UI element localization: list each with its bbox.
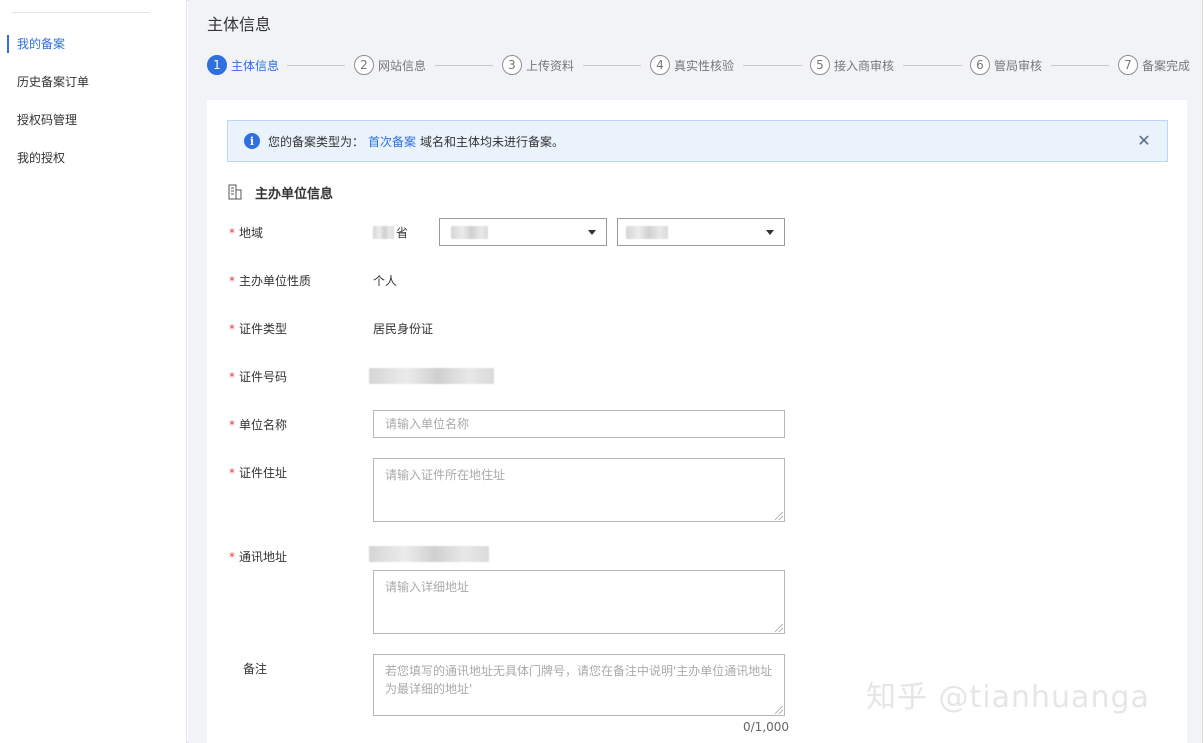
step-number: 7 — [1118, 55, 1138, 75]
sidebar-divider — [12, 12, 150, 13]
step-number: 2 — [354, 55, 374, 75]
step-5: 5 接入商审核 — [810, 54, 894, 76]
step-3: 3 上传资料 — [502, 54, 574, 76]
step-connector — [583, 65, 641, 66]
form-card: i 您的备案类型为： 首次备案 域名和主体均未进行备案。 ✕ 主办单位信息 * 地域 … — [207, 100, 1187, 743]
sidebar-item-auth-code[interactable]: 授权码管理 — [0, 109, 186, 131]
redacted-province — [373, 226, 394, 239]
step-number: 1 — [207, 55, 227, 75]
progress-steps: 1 主体信息 2 网站信息 3 上传资料 4 真实性核验 5 接入商审核 6 管… — [207, 54, 1197, 76]
region-label: * 地域 — [229, 226, 264, 240]
sidebar-item-my-filings[interactable]: 我的备案 — [0, 33, 186, 55]
step-number: 4 — [650, 55, 670, 75]
building-icon — [228, 184, 242, 200]
resize-handle-icon[interactable] — [775, 706, 783, 714]
remark-placeholder: 若您填写的通讯地址无具体门牌号，请您在备注中说明'主办单位通讯地址为最详细的地址… — [385, 664, 773, 696]
contact-address-label: * 通讯地址 — [229, 550, 288, 564]
step-connector — [435, 65, 493, 66]
step-label: 接入商审核 — [834, 58, 895, 73]
step-2: 2 网站信息 — [354, 54, 426, 76]
step-connector — [903, 65, 962, 66]
resize-handle-icon[interactable] — [775, 512, 783, 520]
id-type-value: 居民身份证 — [373, 322, 434, 336]
step-number: 5 — [810, 55, 830, 75]
watermark: 知乎 @tianhuanga — [866, 680, 1150, 715]
id-address-label: * 证件住址 — [229, 466, 288, 480]
required-mark: * — [229, 274, 235, 288]
close-icon[interactable]: ✕ — [1135, 132, 1153, 150]
redacted-id-number — [369, 368, 494, 384]
step-label: 上传资料 — [526, 58, 575, 73]
org-name-input[interactable]: 请输入单位名称 — [373, 410, 785, 438]
contact-address-textarea[interactable]: 请输入详细地址 — [373, 570, 785, 634]
alert-filing-type-link[interactable]: 首次备案 — [368, 135, 416, 149]
step-label: 备案完成 — [1142, 58, 1191, 73]
sidebar: 我的备案 历史备案订单 授权码管理 我的授权 — [0, 0, 187, 743]
step-number: 3 — [502, 55, 522, 75]
id-type-label: * 证件类型 — [229, 322, 288, 336]
province-suffix: 省 — [396, 226, 409, 240]
sidebar-item-my-auth[interactable]: 我的授权 — [0, 147, 186, 169]
filing-type-alert: i 您的备案类型为： 首次备案 域名和主体均未进行备案。 ✕ — [227, 120, 1168, 162]
remark-label: 备注 — [243, 662, 268, 676]
resize-handle-icon[interactable] — [775, 624, 783, 632]
redacted-district — [626, 226, 668, 239]
info-icon: i — [244, 133, 260, 149]
org-type-value: 个人 — [373, 274, 398, 288]
remark-char-counter: 0/1,000 — [743, 720, 790, 734]
step-label: 真实性核验 — [674, 58, 735, 73]
step-6: 6 管局审核 — [970, 54, 1042, 76]
alert-suffix: 域名和主体均未进行备案。 — [420, 134, 565, 149]
sidebar-item-history-orders[interactable]: 历史备案订单 — [0, 71, 186, 93]
chevron-down-icon — [588, 230, 596, 235]
step-label: 主体信息 — [231, 58, 280, 73]
step-connector — [287, 65, 345, 66]
step-connector — [743, 65, 802, 66]
step-7: 7 备案完成 — [1118, 54, 1190, 76]
remark-textarea[interactable]: 若您填写的通讯地址无具体门牌号，请您在备注中说明'主办单位通讯地址为最详细的地址… — [373, 654, 785, 716]
alert-text: 您的备案类型为： 首次备案 域名和主体均未进行备案。 — [268, 133, 564, 150]
step-number: 6 — [970, 55, 990, 75]
required-mark: * — [229, 226, 235, 240]
required-mark: * — [229, 466, 235, 480]
step-connector — [1051, 65, 1109, 66]
district-select[interactable] — [617, 218, 785, 246]
alert-prefix: 您的备案类型为： — [268, 134, 365, 149]
id-number-label: * 证件号码 — [229, 370, 288, 384]
step-label: 网站信息 — [378, 58, 427, 73]
required-mark: * — [229, 370, 235, 384]
step-4: 4 真实性核验 — [650, 54, 734, 76]
chevron-down-icon — [766, 230, 774, 235]
required-mark: * — [229, 550, 235, 564]
id-address-textarea[interactable]: 请输入证件所在地住址 — [373, 458, 785, 522]
section-header: 主办单位信息 — [228, 182, 333, 202]
page-title: 主体信息 — [207, 15, 272, 34]
required-mark: * — [229, 322, 235, 336]
required-mark: * — [229, 418, 235, 432]
org-name-label: * 单位名称 — [229, 418, 288, 432]
contact-address-placeholder: 请输入详细地址 — [385, 580, 470, 594]
city-select[interactable] — [439, 218, 607, 246]
org-type-label: * 主办单位性质 — [229, 274, 312, 288]
id-address-placeholder: 请输入证件所在地住址 — [385, 468, 506, 482]
redacted-contact-region — [369, 546, 489, 562]
step-1: 1 主体信息 — [207, 54, 279, 76]
step-label: 管局审核 — [994, 58, 1043, 73]
redacted-city — [451, 226, 488, 239]
section-title: 主办单位信息 — [255, 186, 334, 202]
